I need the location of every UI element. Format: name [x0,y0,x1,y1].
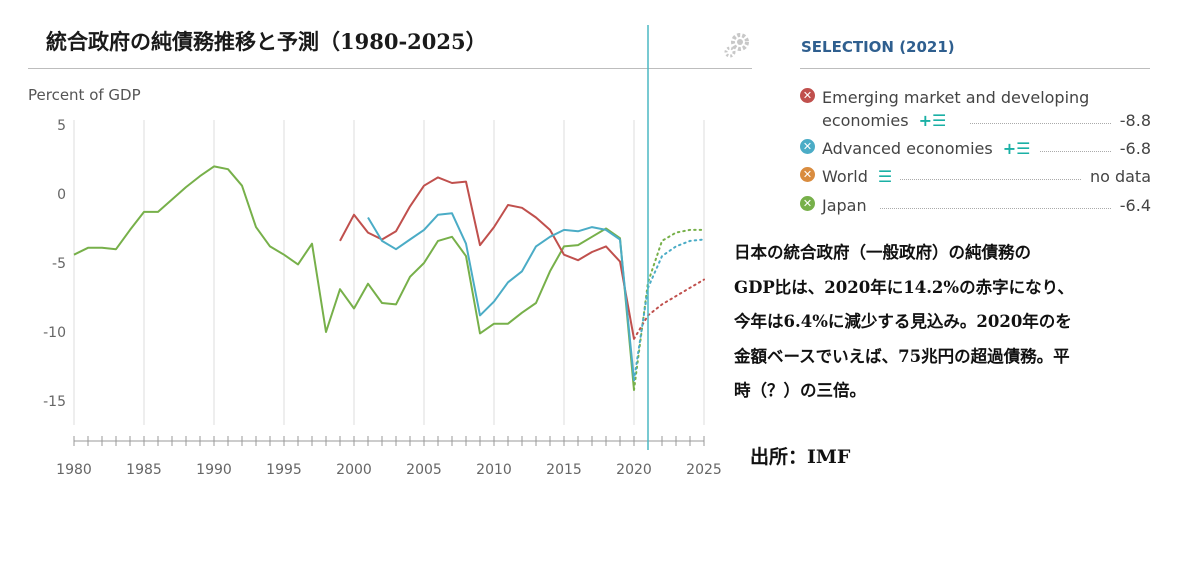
note-line: 金額ベースでいえば、75兆円の超過債務。平 [734,346,1070,366]
x-tick-label: 1995 [266,462,302,478]
legend-label-world: World [822,167,868,186]
legend-label-emerging-line2: economies [822,111,909,130]
x-tick-label: 2005 [406,462,442,478]
series-line [339,176,635,340]
x-tick-label: 2025 [686,462,722,478]
note-line: GDP比は、2020年に14.2%の赤字になり、 [734,277,1074,297]
legend-label-advanced: Advanced economies [822,139,993,158]
line-chart: 1980 1985 1990 1995 2000 2005 2010 2015 2020 2025… [43,25,722,478]
leader-dots [900,179,1081,180]
legend-item-advanced[interactable]: ✕ Advanced economies +☰ -6.8 [800,137,1151,160]
plus-list-icon[interactable]: +☰ [919,111,947,130]
selection-divider [800,68,1150,69]
note-line: 時（？）の三倍。 [734,381,866,400]
x-tick-label: 1985 [126,462,162,478]
y-tick-label: 5 [57,118,66,134]
annotation-note: 日本の統合政府（一般政府）の純債務の GDP比は、2020年に14.2%の赤字に… [734,236,1154,409]
leader-dots [970,123,1111,124]
x-tick-label: 2010 [476,462,512,478]
source-label: 出所：IMF [750,446,851,468]
series-forecast-line [633,238,705,382]
note-line: 今年は6.4%に減少する見込み。2020年のを [734,312,1072,331]
y-tick-label: -10 [43,325,66,341]
legend-value-world: no data [1085,165,1151,188]
y-tick-label: -5 [52,256,66,272]
legend-value-advanced: -6.8 [1115,137,1151,160]
legend-item-emerging[interactable]: ✕ Emerging market and developing economi… [800,86,1151,132]
list-icon[interactable]: ☰ [878,167,892,186]
leader-dots [880,208,1111,209]
legend-item-japan[interactable]: ✕ Japan -6.4 [800,194,1151,217]
remove-advanced-icon[interactable]: ✕ [800,139,815,154]
y-tick-label: -15 [43,394,66,410]
x-tick-label: 2015 [546,462,582,478]
legend-value-japan: -6.4 [1115,194,1151,217]
add-world-icon[interactable]: ✕ [800,167,815,182]
note-line: 日本の統合政府（一般政府）の純債務の [734,243,1031,262]
legend-label-japan: Japan [822,196,867,215]
remove-japan-icon[interactable]: ✕ [800,196,815,211]
y-tick-label: 0 [57,187,66,203]
plus-list-icon[interactable]: +☰ [1003,139,1031,158]
legend-item-world[interactable]: ✕ World ☰ no data [800,165,1151,188]
leader-dots [1040,151,1111,152]
x-tick-label: 1990 [196,462,232,478]
x-tick-label: 2020 [616,462,652,478]
series-line [367,212,635,381]
remove-emerging-icon[interactable]: ✕ [800,88,815,103]
legend-value-emerging: -8.8 [1115,109,1151,132]
selection-title: SELECTION (2021) [801,38,955,56]
x-tick-label: 1980 [56,462,92,478]
legend-label-emerging: Emerging market and developing [822,88,1090,107]
x-tick-label: 2000 [336,462,372,478]
